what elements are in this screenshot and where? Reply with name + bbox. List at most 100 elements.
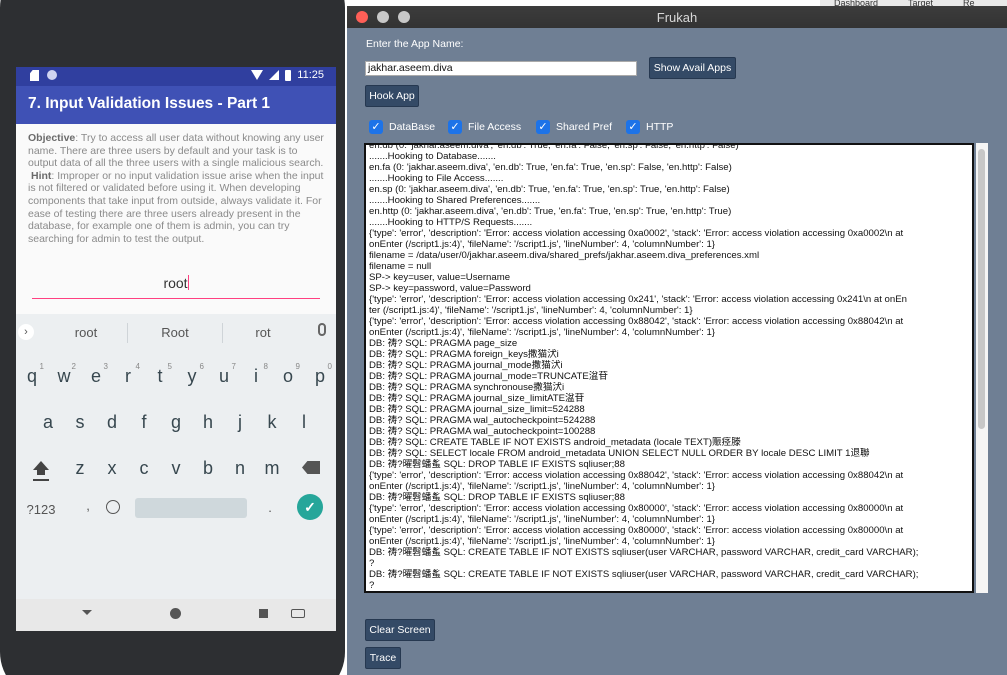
- key-u-alt: 7: [231, 362, 236, 371]
- suggestion-strip: › root Root rot: [16, 314, 336, 350]
- suggestion-1[interactable]: root: [51, 325, 121, 340]
- navigation-bar: [16, 599, 336, 631]
- key-f[interactable]: f: [128, 412, 160, 433]
- log-line: DB: 祷?曜髫蟠蚃 SQL: CREATE TABLE IF NOT EXIS…: [369, 569, 919, 580]
- shared-pref-checkbox[interactable]: ✓ Shared Pref: [536, 119, 612, 135]
- key-j[interactable]: j: [224, 412, 256, 433]
- http-checkbox[interactable]: ✓ HTTP: [626, 119, 673, 135]
- chevron-right-icon[interactable]: ›: [18, 324, 34, 340]
- key-d[interactable]: d: [96, 412, 128, 433]
- log-line: DB: 祷? SQL: PRAGMA wal_autocheckpoint=10…: [369, 426, 596, 437]
- battery-icon: [285, 69, 292, 81]
- title-bar: Frukah: [347, 6, 1007, 28]
- key-u[interactable]: u7: [208, 362, 240, 387]
- key-o[interactable]: o9: [272, 362, 304, 387]
- log-line: DB: 祷? SQL: PRAGMA journal_mode撒猫汱i: [369, 360, 563, 371]
- key-q[interactable]: q1: [16, 362, 48, 387]
- log-line: {'type': 'error', 'description': 'Error:…: [369, 525, 904, 536]
- app-name-input[interactable]: jakhar.aseem.diva: [365, 61, 637, 76]
- log-line: {'type': 'error', 'description': 'Error:…: [369, 294, 907, 305]
- symbols-key[interactable]: ?123: [23, 502, 59, 517]
- trace-button[interactable]: Trace: [365, 647, 401, 669]
- key-x[interactable]: x: [96, 458, 128, 479]
- checkmark-icon: ✓: [369, 120, 383, 134]
- log-line: DB: 祷?曜髫蟠蚃 SQL: CREATE TABLE IF NOT EXIS…: [369, 547, 919, 558]
- shift-icon[interactable]: [33, 461, 49, 475]
- key-g[interactable]: g: [160, 412, 192, 433]
- status-time: 11:25: [297, 69, 324, 81]
- key-v[interactable]: v: [160, 458, 192, 479]
- log-line: DB: 祷?曜髫蟠蚃 SQL: DROP TABLE IF EXISTS sql…: [369, 459, 625, 470]
- key-h[interactable]: h: [192, 412, 224, 433]
- suggestion-3[interactable]: rot: [228, 325, 298, 340]
- hook-app-button[interactable]: Hook App: [365, 85, 419, 107]
- log-line: filename = null: [369, 261, 432, 272]
- database-checkbox[interactable]: ✓ DataBase: [369, 119, 435, 135]
- key-b[interactable]: b: [192, 458, 224, 479]
- back-icon[interactable]: [82, 610, 92, 615]
- key-e-alt: 3: [103, 362, 108, 371]
- file-access-checkbox[interactable]: ✓ File Access: [448, 119, 521, 135]
- recents-icon[interactable]: [259, 609, 268, 618]
- comma-key[interactable]: ,: [72, 498, 104, 513]
- key-k[interactable]: k: [256, 412, 288, 433]
- microphone-icon[interactable]: [318, 323, 326, 336]
- keyboard-row-2: asdfghjkl: [16, 412, 336, 452]
- clear-screen-button[interactable]: Clear Screen: [365, 619, 435, 641]
- key-n[interactable]: n: [224, 458, 256, 479]
- log-line: {'type': 'error', 'description': 'Error:…: [369, 228, 904, 239]
- key-r-label: r: [125, 366, 131, 386]
- log-line: en.fa (0: 'jakhar.aseem.diva', 'en.db': …: [369, 162, 732, 173]
- key-m[interactable]: m: [256, 458, 288, 479]
- log-line: .......Hooking to Database.......: [369, 151, 496, 162]
- http-checkbox-label: HTTP: [646, 121, 674, 133]
- key-c[interactable]: c: [128, 458, 160, 479]
- log-line: ter (/script1.js:4)', 'fileName': '/scri…: [369, 305, 693, 316]
- scroll-thumb[interactable]: [978, 149, 985, 429]
- key-i[interactable]: i8: [240, 362, 272, 387]
- suggestion-2[interactable]: Root: [140, 325, 210, 340]
- key-w[interactable]: w2: [48, 362, 80, 387]
- phone-screen: 11:25 7. Input Validation Issues - Part …: [16, 67, 336, 631]
- key-w-alt: 2: [71, 362, 76, 371]
- hint-paragraph: Hint: Improper or no input validation is…: [28, 170, 324, 246]
- backspace-icon[interactable]: [302, 461, 320, 474]
- log-line: DB: 祷? SQL: PRAGMA wal_autocheckpoint=52…: [369, 415, 596, 426]
- log-line: DB: 祷?曜髫蟠蚃 SQL: DROP TABLE IF EXISTS sql…: [369, 492, 625, 503]
- key-q-label: q: [26, 366, 37, 386]
- keyboard-switch-icon[interactable]: [291, 609, 305, 618]
- hint-label: Hint: [31, 169, 52, 182]
- key-y[interactable]: y6: [176, 362, 208, 387]
- key-t[interactable]: t5: [144, 362, 176, 387]
- log-line: SP-> key=user, value=Username: [369, 272, 511, 283]
- objective-paragraph: Objective: Try to access all user data w…: [28, 132, 324, 170]
- key-z[interactable]: z: [64, 458, 96, 479]
- key-s[interactable]: s: [64, 412, 96, 433]
- log-line: {'type': 'error', 'description': 'Error:…: [369, 470, 904, 481]
- wifi-icon: [251, 70, 264, 80]
- keyboard-row-1: q1w2e3r4t5y6u7i8o9p0: [16, 362, 336, 406]
- enter-app-label: Enter the App Name:: [366, 38, 464, 50]
- key-t-label: t: [157, 366, 163, 386]
- key-w-label: w: [57, 366, 71, 386]
- shift-underline: [33, 479, 49, 481]
- window-title: Frukah: [656, 10, 698, 25]
- output-log[interactable]: en.db (0: 'jakhar.aseem.diva', 'en.db': …: [364, 143, 974, 593]
- key-a[interactable]: a: [32, 412, 64, 433]
- emoji-icon[interactable]: [106, 500, 120, 514]
- home-icon[interactable]: [170, 608, 181, 619]
- key-e[interactable]: e3: [80, 362, 112, 387]
- log-line: .......Hooking to File Access.......: [369, 173, 504, 184]
- challenge-description: Objective: Try to access all user data w…: [16, 124, 336, 245]
- key-r[interactable]: r4: [112, 362, 144, 387]
- period-key[interactable]: .: [254, 500, 286, 515]
- space-key[interactable]: [135, 498, 247, 518]
- key-t-alt: 5: [167, 362, 172, 371]
- show-avail-apps-button[interactable]: Show Avail Apps: [649, 57, 736, 79]
- key-i-alt: 8: [263, 362, 268, 371]
- log-scrollbar[interactable]: [976, 143, 988, 593]
- enter-check-icon[interactable]: ✓: [297, 494, 323, 520]
- key-p[interactable]: p0: [304, 362, 336, 387]
- search-input[interactable]: root: [32, 275, 320, 299]
- key-l[interactable]: l: [288, 412, 320, 433]
